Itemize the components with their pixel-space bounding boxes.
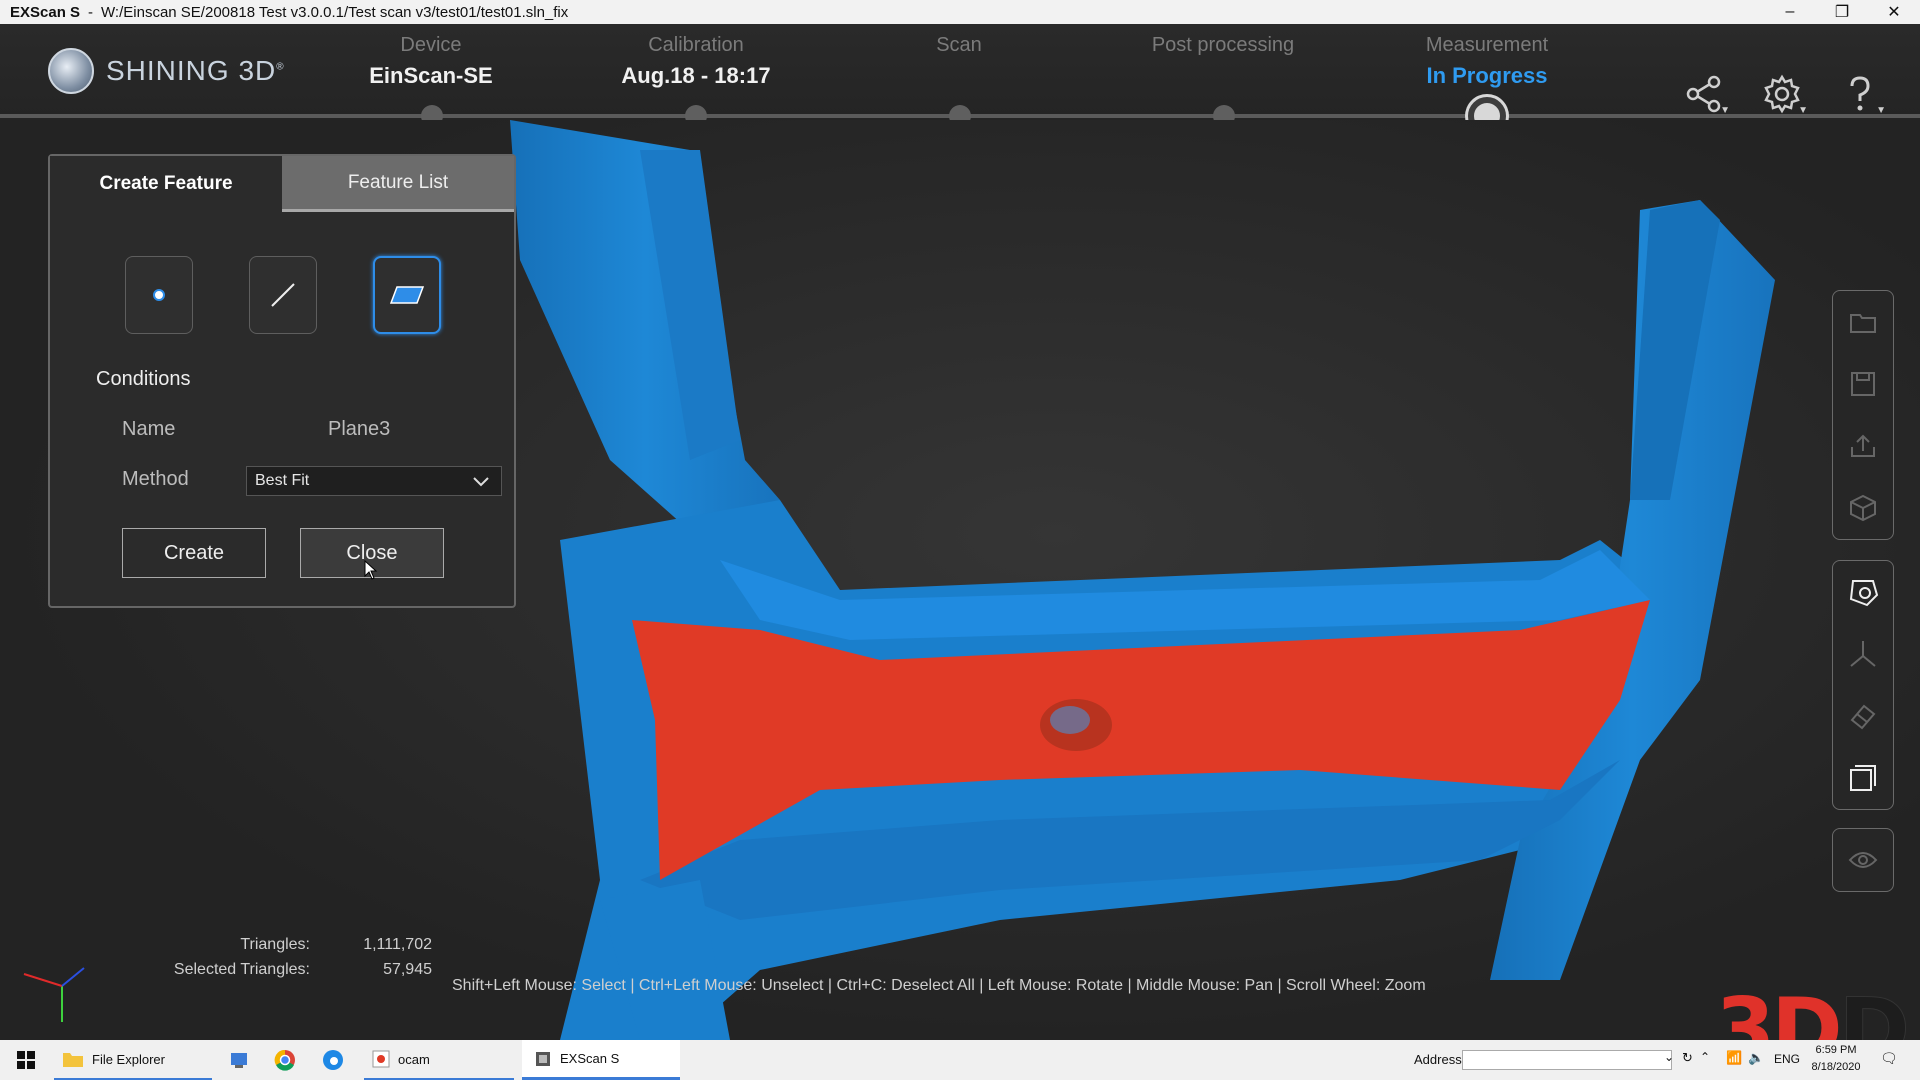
share-icon[interactable]: ▼ [1680,72,1730,116]
minimize-button[interactable]: – [1764,0,1816,24]
start-button[interactable] [8,1040,44,1080]
volume-icon[interactable]: 🔈 [1748,1050,1764,1066]
notification-icon[interactable]: 🗨 [1880,1050,1898,1067]
ocam-icon [372,1050,390,1068]
step-calibration[interactable]: Calibration Aug.18 - 18:17 [586,34,806,89]
edge-icon [323,1050,343,1070]
axis-icon[interactable] [1832,623,1894,685]
method-label: Method [122,468,189,490]
create-button[interactable]: Create [122,528,266,578]
wifi-icon[interactable]: 📶 [1726,1050,1742,1066]
ocam-label: ocam [398,1051,430,1067]
step-post-processing[interactable]: Post processing [1113,34,1333,63]
address-dropdown-icon[interactable]: ⌄ [1664,1050,1674,1064]
exscan-icon [536,1051,550,1066]
show-hidden-icons[interactable]: ⌃ [1700,1050,1710,1064]
selected-triangles-label: Selected Triangles: [173,961,310,978]
restore-button[interactable]: ❐ [1816,0,1868,24]
mouse-hint: Shift+Left Mouse: Select | Ctrl+Left Mou… [452,977,1426,994]
step-value-active: In Progress [1426,63,1548,88]
help-icon[interactable]: ▼ [1836,72,1886,116]
view-toolbar [1832,828,1894,892]
step-value: Aug.18 - 18:17 [621,63,771,88]
taskbar-ocam[interactable]: ocam [364,1040,514,1080]
name-label: Name [122,418,176,440]
select-shape-icon[interactable] [1832,561,1894,623]
edit-toolbar [1832,560,1894,810]
step-label: Device [400,34,462,56]
cube-icon[interactable] [1832,477,1894,539]
taskbar-exscan[interactable]: EXScan S [522,1040,680,1080]
step-measurement[interactable]: Measurement In Progress [1377,34,1597,89]
window-file-path: W:/Einscan SE/200818 Test v3.0.0.1/Test … [101,3,569,21]
axis-gizmo [23,967,85,1022]
address-input[interactable] [1462,1050,1672,1070]
step-device[interactable]: Device EinScan-SE [321,34,541,89]
step-label: Post processing [1151,34,1295,56]
refresh-icon[interactable]: ↻ [1682,1050,1693,1066]
feature-type-buttons [125,256,441,334]
folder-icon[interactable] [1832,291,1894,353]
line-feature-button[interactable] [249,256,317,334]
step-label: Measurement [1425,34,1549,56]
mouse-cursor-icon [364,560,378,580]
plane-feature-button[interactable] [373,256,441,334]
title-separator: - [88,3,94,21]
taskbar-file-explorer[interactable]: File Explorer [54,1040,212,1080]
exscan-label: EXScan S [560,1051,620,1066]
eye-icon[interactable] [1832,829,1894,891]
file-toolbar [1832,290,1894,540]
plane-icon [389,286,425,304]
point-icon [153,289,165,301]
name-value: Plane3 [328,418,391,440]
tab-create-feature[interactable]: Create Feature [50,156,282,212]
triangles-label: Triangles: [240,936,310,953]
folder-icon [63,1053,83,1067]
chevron-down-icon [473,477,489,487]
tab-feature-list[interactable]: Feature List [282,156,514,212]
windows-icon [17,1051,35,1069]
windows-taskbar: File Explorer ocam EXScan S Address ⌄ ↻ … [0,1040,1920,1080]
window-title-bar: EXScan S - W:/Einscan SE/200818 Test v3.… [0,0,1920,24]
panel-tabs: Create Feature Feature List [50,156,514,212]
eraser-icon[interactable] [1832,685,1894,747]
triangles-value: 1,111,702 [363,936,432,953]
line-icon [271,283,295,307]
box-select-icon[interactable] [1832,747,1894,809]
address-label: Address [1414,1052,1462,1067]
window-app-name: EXScan S [10,3,81,21]
method-selected-value: Best Fit [255,472,310,489]
method-select[interactable]: Best Fit [246,466,502,496]
taskbar-chrome[interactable] [270,1040,300,1080]
conditions-title: Conditions [96,368,191,390]
network-drive-icon [231,1053,247,1068]
close-window-button[interactable]: ✕ [1868,0,1920,24]
taskbar-app-icon[interactable] [224,1040,254,1080]
chrome-icon [274,1049,295,1071]
step-value: EinScan-SE [369,63,493,88]
header-icons: ▼ ▼ ▼ [1680,72,1886,116]
gear-icon[interactable]: ▼ [1758,72,1808,116]
step-label: Calibration [648,34,744,56]
clock[interactable]: 6:59 PM 8/18/2020 [1806,1042,1866,1076]
step-scan[interactable]: Scan [849,34,1069,63]
point-feature-button[interactable] [125,256,193,334]
clock-time: 6:59 PM [1815,1044,1857,1056]
language-indicator[interactable]: ENG [1774,1052,1800,1066]
step-label: Scan [936,34,982,56]
mesh-stats: Triangles: 1,111,702 Selected Triangles:… [130,936,432,986]
clock-date: 8/18/2020 [1811,1061,1861,1073]
taskbar-edge[interactable] [318,1040,348,1080]
file-explorer-label: File Explorer [92,1051,165,1067]
export-icon[interactable] [1832,415,1894,477]
workflow-steps: Device EinScan-SE Calibration Aug.18 - 1… [0,34,1920,94]
create-feature-panel: Create Feature Feature List Conditions N… [48,154,516,608]
save-icon[interactable] [1832,353,1894,415]
selected-triangles-value: 57,945 [383,961,432,978]
